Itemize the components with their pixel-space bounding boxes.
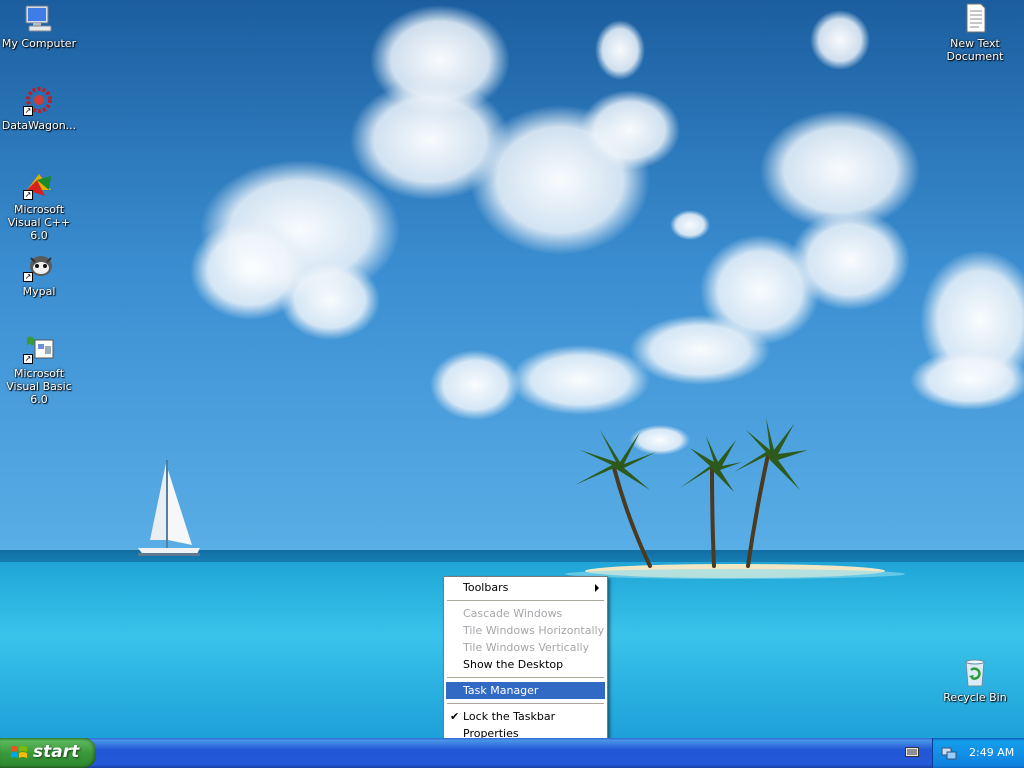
menu-item-label: Cascade Windows (463, 607, 563, 620)
menu-item-label: Tile Windows Vertically (463, 641, 590, 654)
windows-logo-icon (10, 745, 28, 766)
desktop-icon-new-text-document[interactable]: New Text Document (936, 2, 1014, 63)
menu-item-cascade-windows: Cascade Windows (446, 605, 605, 622)
desktop-icon-my-computer[interactable]: My Computer (0, 2, 78, 50)
system-tray: 2:49 AM (932, 738, 1024, 768)
menu-item-lock-taskbar[interactable]: ✔ Lock the Taskbar (446, 708, 605, 725)
start-button[interactable]: start (0, 738, 96, 768)
desktop-icon-label: Mypal (22, 285, 56, 298)
text-document-icon (959, 2, 991, 34)
menu-item-label: Task Manager (463, 684, 539, 697)
submenu-arrow-icon (595, 584, 599, 592)
menu-item-label: Tile Windows Horizontally (463, 624, 605, 637)
network-tray-icon[interactable] (941, 745, 957, 764)
desktop-icon-visual-cpp[interactable]: ↗ Microsoft Visual C++ 6.0 (0, 168, 78, 242)
clock[interactable]: 2:49 AM (969, 746, 1014, 759)
desktop-icon-datawagon[interactable]: ↗ DataWagon... (0, 84, 78, 132)
shortcut-arrow-icon: ↗ (23, 354, 33, 364)
menu-item-task-manager[interactable]: Task Manager (446, 682, 605, 699)
menu-item-show-desktop[interactable]: Show the Desktop (446, 656, 605, 673)
menu-separator (447, 703, 604, 704)
menu-item-label: Toolbars (463, 581, 509, 594)
menu-item-label: Lock the Taskbar (463, 710, 556, 723)
datawagon-icon: ↗ (23, 84, 55, 116)
mypal-icon: ↗ (23, 250, 55, 282)
shortcut-arrow-icon: ↗ (23, 272, 33, 282)
visual-basic-icon: ↗ (23, 332, 55, 364)
shortcut-arrow-icon: ↗ (23, 190, 33, 200)
desktop-icon-label: Microsoft Visual C++ 6.0 (7, 203, 71, 242)
start-label: start (33, 742, 80, 762)
menu-item-tile-vertically: Tile Windows Vertically (446, 639, 605, 656)
menu-item-toolbars[interactable]: Toolbars (446, 579, 605, 596)
desktop-icon-label: Microsoft Visual Basic 6.0 (6, 367, 72, 406)
desktop-icon-recycle-bin[interactable]: Recycle Bin (936, 656, 1014, 704)
recycle-bin-icon (959, 656, 991, 688)
menu-item-tile-horizontally: Tile Windows Horizontally (446, 622, 605, 639)
desktop-icon-label: DataWagon... (1, 119, 77, 132)
taskbar-context-menu: Toolbars Cascade Windows Tile Windows Ho… (443, 576, 608, 745)
menu-separator (447, 600, 604, 601)
check-mark-icon: ✔ (450, 710, 460, 723)
shortcut-arrow-icon: ↗ (23, 106, 33, 116)
menu-item-label: Show the Desktop (463, 658, 564, 671)
keyboard-language-icon[interactable] (905, 746, 919, 761)
computer-icon (23, 2, 55, 34)
menu-separator (447, 677, 604, 678)
desktop-icon-mypal[interactable]: ↗ Mypal (0, 250, 78, 298)
visual-cpp-icon: ↗ (23, 168, 55, 200)
taskbar[interactable]: start 2:49 AM (0, 738, 1024, 768)
desktop-icon-visual-basic[interactable]: ↗ Microsoft Visual Basic 6.0 (0, 332, 78, 406)
desktop-icon-label: Recycle Bin (943, 691, 1007, 704)
desktop-icon-label: New Text Document (946, 37, 1004, 63)
desktop-icon-label: My Computer (1, 37, 77, 50)
